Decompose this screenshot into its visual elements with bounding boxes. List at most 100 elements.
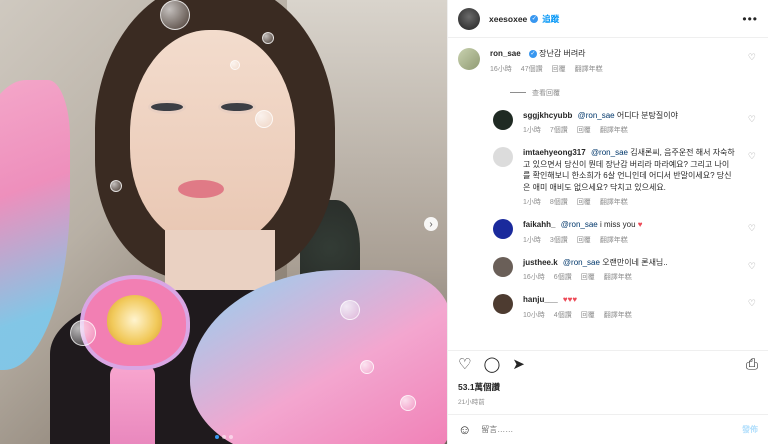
- smiley-icon[interactable]: ☺: [458, 422, 471, 437]
- post-details-panel: xeesoxee ✓ 追蹤 ••• ron_sae ✓ 장난감 버려라 16小時…: [447, 0, 768, 444]
- comment-text: 어디다 분탕질이야: [616, 110, 678, 120]
- reply-button[interactable]: 回覆: [577, 235, 591, 245]
- commenter-avatar[interactable]: [493, 256, 513, 277]
- view-replies-button[interactable]: 查看回覆: [510, 88, 758, 98]
- commenter-avatar[interactable]: [493, 219, 513, 239]
- reply-comment: sggjkhcyubb @ron_sae 어디다 분탕질이야 1小時 7個讚 回…: [493, 109, 758, 136]
- verified-badge-icon: ✓: [530, 14, 539, 23]
- comment-time: 10小時: [523, 311, 545, 319]
- action-bar: ♡ ◯ ➤ ⎙: [448, 350, 768, 378]
- like-comment-icon[interactable]: ♡: [748, 151, 756, 162]
- like-comment-icon[interactable]: ♡: [748, 223, 756, 234]
- bubble: [262, 32, 274, 44]
- comment-text: i miss you: [599, 220, 636, 229]
- comment-time: 16小時: [523, 274, 545, 281]
- like-comment-icon[interactable]: ♡: [748, 261, 756, 272]
- bookmark-icon[interactable]: ⎙: [746, 357, 758, 372]
- comment-mention[interactable]: @ron_sae: [561, 220, 598, 229]
- comment-mention[interactable]: @ron_sae: [563, 258, 600, 267]
- commenter-avatar[interactable]: [493, 109, 513, 130]
- post-time: 21小時前: [458, 399, 485, 406]
- like-count[interactable]: 53.1萬個讚: [458, 381, 500, 393]
- comment-likes[interactable]: 3個讚: [550, 235, 568, 245]
- post-header: xeesoxee ✓ 追蹤 •••: [448, 0, 768, 38]
- like-comment-icon[interactable]: ♡: [748, 52, 756, 63]
- paper-plane-icon[interactable]: ➤: [512, 357, 525, 372]
- comment-mention[interactable]: @ron_sae: [591, 148, 628, 157]
- main-comment: ron_sae ✓ 장난감 버려라 16小時 47個讚 回覆 翻譯年糕 ♡: [458, 48, 758, 74]
- comment-time: 1小時: [523, 236, 541, 244]
- comment-username[interactable]: justhee.k: [523, 258, 558, 267]
- comment-time: 1小時: [523, 127, 541, 134]
- author-username[interactable]: xeesoxee: [489, 14, 527, 24]
- post-photo[interactable]: ›: [0, 0, 447, 444]
- translate-button[interactable]: 翻譯年糕: [575, 64, 603, 74]
- left-eye: [148, 100, 186, 114]
- red-heart-icon: ♥: [637, 220, 643, 229]
- commenter-avatar[interactable]: [458, 48, 480, 70]
- reply-comment: faikahh_ @ron_sae i miss you ♥ 1小時 3個讚 回…: [493, 219, 758, 245]
- translate-button[interactable]: 翻譯年糕: [600, 235, 628, 245]
- reply-comment: imtaehyeong317 @ron_sae 김새론씨, 음주운전 해서 자숙…: [493, 147, 758, 207]
- comment-likes[interactable]: 8個讚: [550, 197, 568, 207]
- comment-username[interactable]: imtaehyeong317: [523, 148, 586, 157]
- translate-button[interactable]: 翻譯年糕: [604, 272, 632, 282]
- next-photo-icon[interactable]: ›: [424, 217, 438, 231]
- translate-button[interactable]: 翻譯年糕: [604, 310, 632, 320]
- comment-likes[interactable]: 6個讚: [554, 272, 572, 282]
- bubble: [70, 320, 96, 346]
- comment-username[interactable]: sggjkhcyubb: [523, 111, 572, 120]
- commenter-avatar[interactable]: [493, 294, 513, 314]
- like-comment-icon[interactable]: ♡: [748, 114, 756, 125]
- comment-text: 오랜만이네 론새님..: [602, 257, 668, 267]
- comment-likes[interactable]: 47個讚: [521, 64, 543, 74]
- comment-time: 1小時: [523, 199, 541, 206]
- translate-button[interactable]: 翻譯年糕: [600, 125, 628, 135]
- comment-meta: 1小時 3個讚 回覆 翻譯年糕: [523, 235, 736, 245]
- carousel-dots: [0, 435, 447, 439]
- reply-button[interactable]: 回覆: [581, 310, 595, 320]
- comment-meta: 1小時 8個讚 回覆 翻譯年糕: [523, 197, 736, 207]
- bubble: [400, 395, 416, 411]
- wand-handle: [110, 365, 155, 444]
- add-comment-bar: ☺ 發佈: [448, 414, 768, 444]
- bubble: [255, 110, 273, 128]
- translate-button[interactable]: 翻譯年糕: [600, 197, 628, 207]
- comment-mention[interactable]: @ron_sae: [578, 111, 615, 120]
- bubble: [340, 300, 360, 320]
- comment-username[interactable]: ron_sae: [490, 49, 521, 58]
- replies-list: sggjkhcyubb @ron_sae 어디다 분탕질이야 1小時 7個讚 回…: [493, 109, 758, 320]
- post-comment-button[interactable]: 發佈: [742, 424, 758, 435]
- comment-meta: 10小時 4個讚 回覆 翻譯年糕: [523, 310, 736, 320]
- like-comment-icon[interactable]: ♡: [748, 298, 756, 309]
- right-eye: [218, 100, 256, 114]
- heart-outline-icon[interactable]: ♡: [458, 357, 471, 372]
- comment-meta: 16小時 47個讚 回覆 翻譯年糕: [490, 64, 736, 74]
- reply-button[interactable]: 回覆: [577, 197, 591, 207]
- reply-button[interactable]: 回覆: [552, 64, 566, 74]
- comment-meta: 16小時 6個讚 回覆 翻譯年糕: [523, 272, 736, 282]
- verified-badge-icon: ✓: [528, 49, 537, 58]
- more-options-icon[interactable]: •••: [742, 12, 758, 26]
- comments-list: ron_sae ✓ 장난감 버려라 16小時 47個讚 回覆 翻譯年糕 ♡ 查看…: [448, 38, 768, 346]
- comment-likes[interactable]: 7個讚: [550, 125, 568, 135]
- bubble: [160, 0, 190, 30]
- reply-button[interactable]: 回覆: [577, 125, 591, 135]
- comment-likes[interactable]: 4個讚: [554, 310, 572, 320]
- comment-meta: 1小時 7個讚 回覆 翻譯年糕: [523, 125, 736, 135]
- wand-gem: [107, 295, 162, 345]
- comment-text: 장난감 버려라: [539, 49, 586, 58]
- commenter-avatar[interactable]: [493, 147, 513, 167]
- bubble: [230, 60, 240, 70]
- follow-button[interactable]: 追蹤: [542, 13, 559, 25]
- author-avatar[interactable]: [458, 7, 480, 30]
- reply-comment: justhee.k @ron_sae 오랜만이네 론새님.. 16小時 6個讚 …: [493, 256, 758, 283]
- bubble: [110, 180, 122, 192]
- comment-username[interactable]: hanju___: [523, 295, 558, 304]
- comment-username[interactable]: faikahh_: [523, 220, 555, 229]
- comment-input[interactable]: [481, 425, 742, 434]
- bubble: [360, 360, 374, 374]
- reply-button[interactable]: 回覆: [581, 272, 595, 282]
- bubble-wand-toy: [45, 240, 215, 444]
- comment-icon[interactable]: ◯: [483, 357, 500, 372]
